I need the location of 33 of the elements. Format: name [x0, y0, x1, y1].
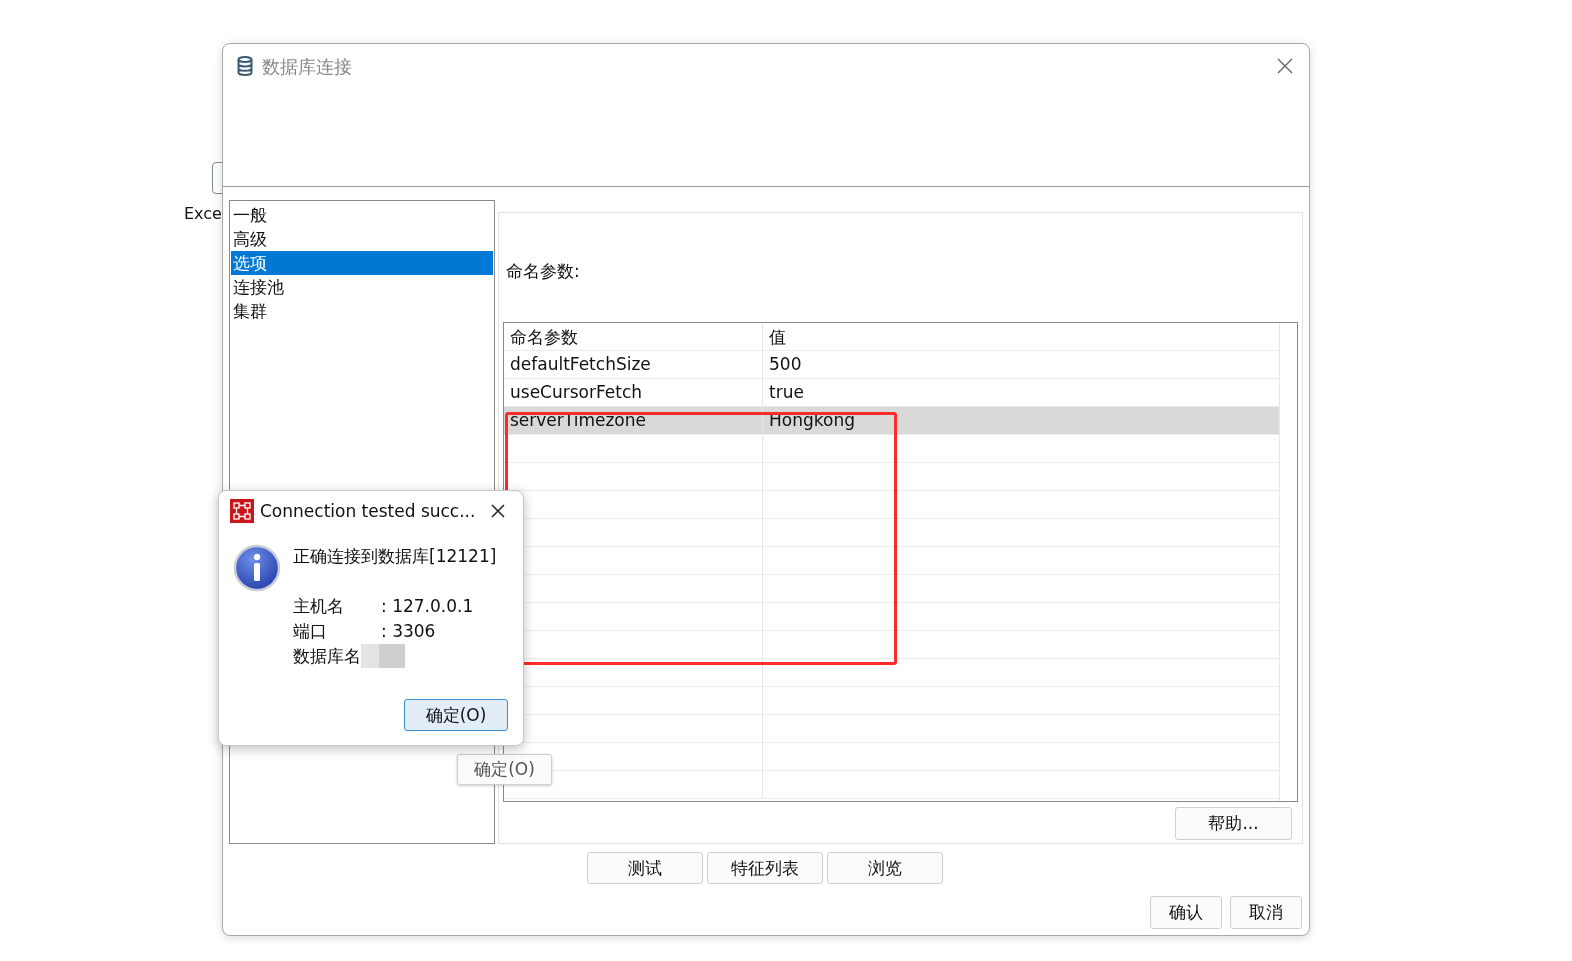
category-item[interactable]: 连接池 [231, 275, 493, 299]
ok-button[interactable]: 确定(O) [457, 754, 552, 785]
table-cell: defaultFetchSize [504, 351, 763, 378]
category-item[interactable]: 高级 [231, 227, 493, 251]
action-button[interactable]: 浏览 [827, 852, 943, 884]
action-button[interactable]: 测试 [587, 852, 703, 884]
table-row[interactable]: serverTimezone Hongkong [504, 407, 1280, 435]
table-cell: serverTimezone [504, 407, 763, 434]
info-icon [233, 544, 281, 592]
message-text: 正确连接到数据库[12121] [293, 545, 497, 568]
help-button[interactable]: 帮助... [1175, 807, 1292, 840]
action-button[interactable]: 特征列表 [707, 852, 823, 884]
ok-button[interactable]: 确定(O) [404, 699, 508, 731]
section-label: 命名参数: [506, 260, 581, 283]
detail-label: 端口 [293, 620, 328, 643]
category-item[interactable]: 选项 [231, 251, 493, 275]
detail-label: 数据库名 [293, 645, 362, 668]
background-label: Exce [184, 204, 222, 223]
category-item[interactable]: 一般 [231, 203, 493, 227]
window-title: 数据库连接 [262, 55, 352, 79]
detail-value: : 127.0.0.1 [381, 595, 475, 618]
category-item[interactable]: 集群 [231, 299, 493, 323]
close-icon[interactable] [491, 504, 506, 518]
dialog-title: Connection tested succ... [260, 501, 476, 521]
database-icon [237, 56, 253, 76]
table-row[interactable]: defaultFetchSize 500 [504, 351, 1280, 379]
column-header: 命名参数 [504, 323, 763, 350]
footer-button[interactable]: 确认 [1150, 896, 1222, 929]
detail-label: 主机名 [293, 595, 345, 618]
footer-button[interactable]: 取消 [1230, 896, 1302, 929]
app-icon [230, 499, 254, 523]
detail-value: : 3306 [381, 620, 437, 643]
table-cell: useCursorFetch [504, 379, 763, 406]
